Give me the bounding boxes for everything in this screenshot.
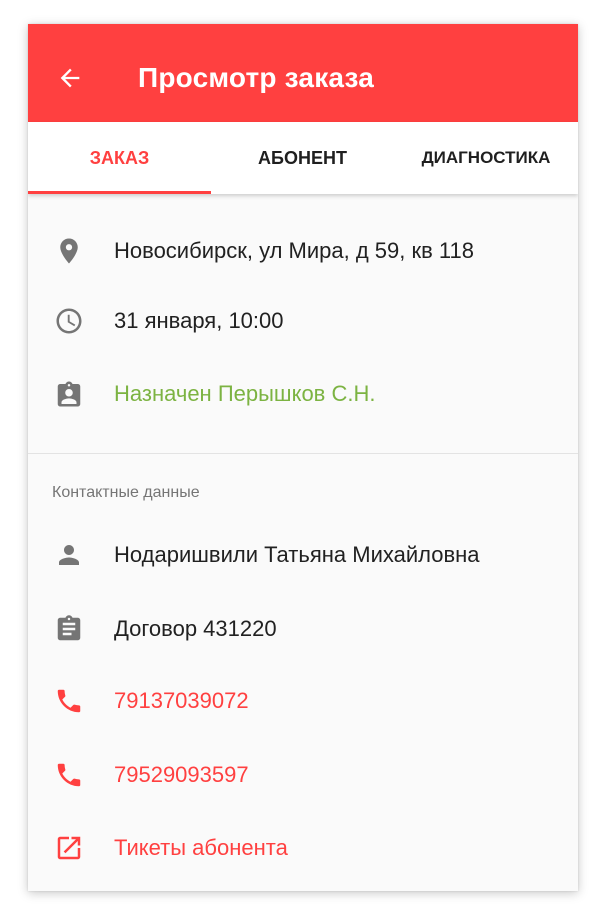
clock-icon	[54, 306, 84, 336]
tab-bar: ЗАКАЗ АБОНЕНТ ДИАГНОСТИКА	[28, 122, 578, 194]
tab-order[interactable]: ЗАКАЗ	[28, 122, 211, 194]
tickets-link[interactable]: Тикеты абонента	[114, 835, 288, 861]
contract-row: Договор 431220	[28, 603, 578, 653]
section-divider	[28, 453, 578, 454]
contract-text: Договор 431220	[114, 616, 277, 641]
arrow-left-icon	[60, 68, 80, 88]
contacts-section-label: Контактные данные	[52, 484, 200, 501]
phone-row-1[interactable]: 79137039072	[28, 675, 578, 725]
back-button[interactable]	[50, 58, 90, 98]
open-in-new-icon	[54, 833, 84, 863]
clipboard-icon	[54, 614, 84, 644]
phone-icon	[54, 760, 84, 790]
order-view-screen: Просмотр заказа ЗАКАЗ АБОНЕНТ ДИАГНОСТИК…	[28, 24, 578, 891]
address-text: Новосибирск, ул Мира, д 59, кв 118	[114, 238, 474, 263]
badge-icon	[54, 379, 84, 409]
phone-link-1[interactable]: 79137039072	[114, 688, 249, 714]
datetime-row: 31 января, 10:00	[28, 295, 578, 345]
assigned-row: Назначен Перышков С.Н.	[28, 368, 578, 418]
phone-row-2[interactable]: 79529093597	[28, 749, 578, 799]
subscriber-name-text: Нодаришвили Татьяна Михайловна	[114, 542, 480, 567]
tickets-row[interactable]: Тикеты абонента	[28, 822, 578, 872]
assigned-text: Назначен Перышков С.Н.	[114, 381, 376, 406]
phone-link-2[interactable]: 79529093597	[114, 762, 249, 788]
tab-subscriber[interactable]: АБОНЕНТ	[211, 122, 394, 194]
page-title: Просмотр заказа	[138, 62, 375, 93]
address-row: Новосибирск, ул Мира, д 59, кв 118	[28, 225, 578, 275]
datetime-text: 31 января, 10:00	[114, 308, 284, 333]
name-row: Нодаришвили Татьяна Михайловна	[28, 529, 578, 579]
location-pin-icon	[54, 236, 84, 266]
person-icon	[54, 540, 84, 570]
app-bar: Просмотр заказа	[28, 24, 578, 122]
active-tab-indicator	[28, 191, 211, 194]
tab-diagnostics[interactable]: ДИАГНОСТИКА	[394, 122, 578, 194]
phone-icon	[54, 686, 84, 716]
